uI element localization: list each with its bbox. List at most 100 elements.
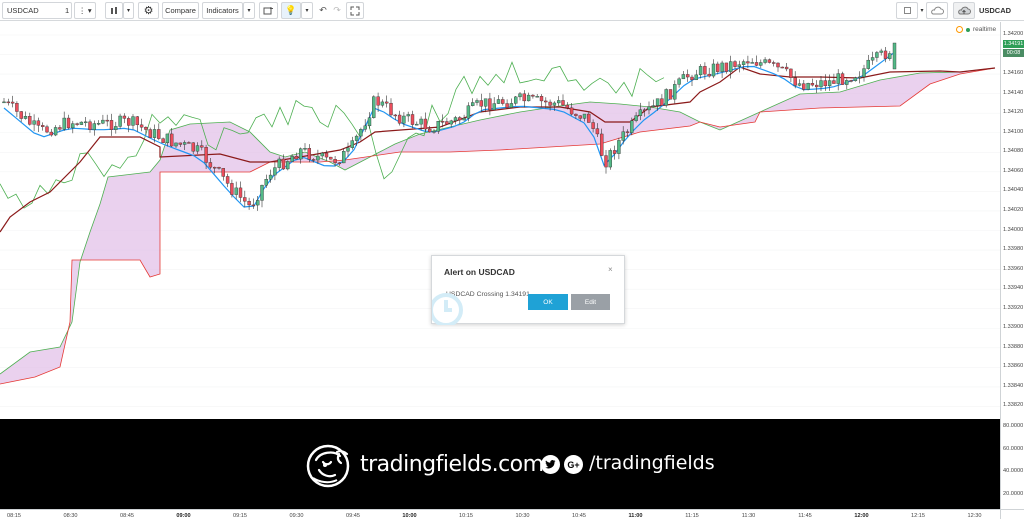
indicator-tick: 20.0000 <box>1003 490 1024 497</box>
candle-body <box>694 74 698 81</box>
candle-body <box>638 109 643 116</box>
candle-body <box>600 133 604 156</box>
redo-button[interactable]: ↷ <box>330 2 344 19</box>
candle <box>161 137 165 144</box>
time-axis[interactable]: 08:15 08:30 08:45 09:00 09:15 09:30 09:45 10:00… <box>0 509 1000 519</box>
candle-body <box>62 117 66 130</box>
candle <box>488 92 492 116</box>
candle-body <box>286 161 290 170</box>
candle <box>88 119 92 133</box>
edit-button[interactable]: Edit <box>571 294 610 310</box>
settings-button[interactable]: ⚙ <box>138 2 159 19</box>
candle-body <box>6 101 11 104</box>
candle-body <box>268 174 273 180</box>
candle-body <box>458 117 462 121</box>
candle <box>122 113 127 124</box>
candle-body <box>496 99 501 104</box>
candle-body <box>741 61 746 65</box>
time-tick: 11:45 <box>798 513 812 519</box>
candle-body <box>376 96 380 106</box>
chart-type-button[interactable] <box>105 2 123 19</box>
cloud-load-button[interactable] <box>926 2 948 19</box>
candle <box>780 66 784 69</box>
candle-body <box>677 78 681 85</box>
candle-body <box>522 93 526 102</box>
candle-body <box>53 127 58 136</box>
candle-body <box>251 204 256 207</box>
candle-body <box>845 80 849 85</box>
candle <box>45 124 49 134</box>
templates-button[interactable] <box>259 2 278 19</box>
candle <box>694 69 698 81</box>
gear-icon: ⚙ <box>143 5 154 17</box>
indicators-dropdown[interactable]: ▾ <box>243 2 255 19</box>
time-tick: 12:00 <box>854 513 869 519</box>
candle-body <box>711 63 716 77</box>
candle-body <box>698 66 703 76</box>
drawing-style-dropdown[interactable]: ▾ <box>918 2 926 19</box>
candle-body <box>849 80 853 82</box>
candle <box>492 97 496 111</box>
candle-body <box>122 115 127 119</box>
candle-body <box>247 201 251 206</box>
candle-body <box>385 101 389 104</box>
candle-body <box>311 159 316 161</box>
candle-body <box>440 120 445 123</box>
compare-button[interactable]: Compare <box>162 2 199 19</box>
candle-body <box>780 66 784 69</box>
candle-body <box>707 73 711 77</box>
candle-body <box>621 131 625 141</box>
drawing-style-button[interactable] <box>896 2 918 19</box>
alert-dropdown[interactable]: ▾ <box>301 2 313 19</box>
candle-body <box>608 150 612 168</box>
cloud-save-button[interactable] <box>953 2 975 19</box>
symbol-search[interactable]: USDCAD 1 <box>2 2 72 19</box>
redo-icon: ↷ <box>333 5 341 15</box>
ok-button[interactable]: OK <box>528 294 568 310</box>
candle-body <box>165 133 170 143</box>
candle-body <box>397 114 402 124</box>
candle <box>784 62 789 72</box>
candle-body <box>225 176 230 184</box>
candle-body <box>544 100 548 103</box>
candle-body <box>118 115 122 127</box>
candle-body <box>604 155 608 168</box>
close-icon[interactable]: × <box>608 265 613 274</box>
candle <box>329 156 333 160</box>
candle-body <box>212 166 217 169</box>
candle-body <box>810 83 815 86</box>
indicators-button[interactable]: Indicators <box>202 2 243 19</box>
candle-body <box>393 114 397 117</box>
last-candle <box>892 42 897 70</box>
candle-body <box>41 125 45 127</box>
candle-body <box>436 120 440 132</box>
realtime-label: realtime <box>973 26 997 33</box>
indicator-tick: 60.0000 <box>1003 445 1024 452</box>
candle-body <box>264 179 268 186</box>
fullscreen-button[interactable] <box>346 2 364 19</box>
candle <box>92 120 97 136</box>
alert-button[interactable]: 💡 <box>281 2 301 19</box>
candle-body <box>591 122 595 129</box>
time-tick: 12:30 <box>967 513 982 519</box>
time-tick: 10:30 <box>515 513 530 519</box>
candle-body <box>509 103 514 108</box>
price-chart[interactable] <box>0 22 1000 419</box>
candle <box>617 137 621 160</box>
candle <box>754 55 759 67</box>
candle-body <box>88 121 92 130</box>
candle <box>720 60 724 79</box>
candle-body <box>23 116 28 119</box>
candle <box>514 96 518 106</box>
candle <box>832 73 836 84</box>
candle-body <box>574 113 578 116</box>
more-menu-button[interactable]: ⋮ ▾ <box>74 2 96 19</box>
symbol-tab[interactable]: USDCAD <box>976 2 1014 19</box>
candle-body <box>182 142 187 145</box>
candle-body <box>238 187 243 198</box>
price-axis[interactable]: 1.342001.341801.341601.341401.341201.341… <box>1000 22 1024 419</box>
undo-button[interactable]: ↶ <box>316 2 330 19</box>
chart-type-dropdown[interactable]: ▾ <box>123 2 134 19</box>
candle <box>135 115 140 132</box>
candle <box>247 197 251 210</box>
